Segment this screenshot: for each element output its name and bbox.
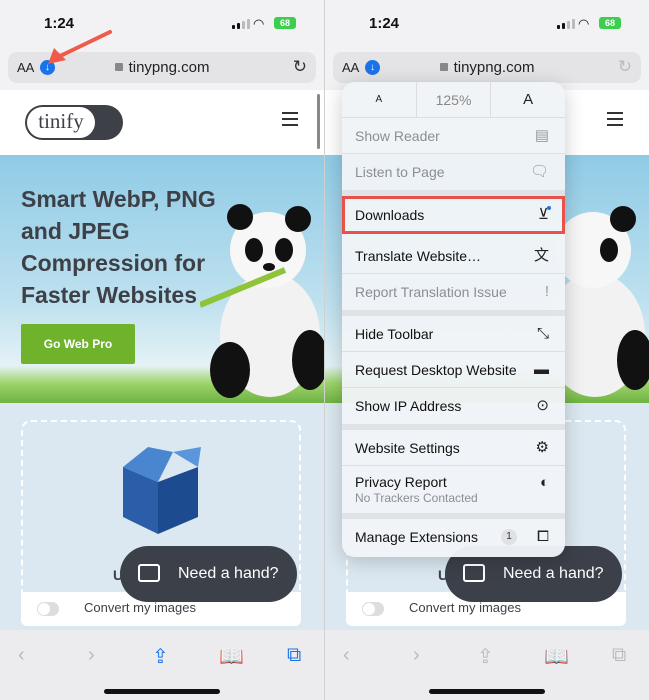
status-bar: 1:24 ◠ 68: [325, 0, 649, 46]
clock: 1:24: [369, 15, 400, 32]
decrease-text-size-button[interactable]: A: [342, 82, 417, 117]
menu-item-show-ip-address[interactable]: Show IP Address ⊙: [342, 388, 565, 424]
convert-label: Convert my images: [84, 600, 196, 615]
shield-icon: ◐: [539, 474, 549, 491]
need-a-hand-chat-button[interactable]: Need a hand?: [120, 546, 297, 602]
bookmarks-icon[interactable]: 📖: [544, 644, 569, 669]
wifi-icon: ◠: [253, 16, 265, 31]
chat-bubble-icon: [463, 564, 485, 582]
address-bar[interactable]: AA ↓ tinypng.com ↻: [333, 52, 641, 83]
menu-item-privacy-report[interactable]: Privacy Report No Trackers Contacted ◐: [342, 466, 565, 513]
forward-icon[interactable]: ›: [413, 644, 420, 667]
menu-item-hide-toolbar[interactable]: Hide Toolbar ⤡: [342, 316, 565, 352]
phone-screen-before: 1:24 ◠ 68 AA ↓ tinypng.com ↻ tinify Smar…: [0, 0, 324, 700]
forward-icon[interactable]: ›: [88, 644, 95, 667]
menu-item-report-translation-issue[interactable]: Report Translation Issue!: [342, 274, 565, 310]
annotation-arrow: [48, 30, 112, 64]
wifi-icon: ◠: [578, 16, 590, 31]
reload-icon[interactable]: ↻: [293, 57, 307, 77]
lock-icon: [439, 63, 448, 71]
back-icon[interactable]: ‹: [343, 644, 350, 667]
extension-count-badge: 1: [501, 529, 517, 545]
exclamation-bubble-icon: !: [544, 283, 549, 300]
menu-item-translate-website[interactable]: Translate Website… 文: [342, 238, 565, 274]
battery-icon: 68: [599, 17, 621, 29]
share-icon[interactable]: ⇪: [152, 644, 169, 669]
convert-label: Convert my images: [409, 600, 521, 615]
reader-icon: ▤: [534, 127, 549, 144]
battery-icon: 68: [274, 17, 296, 29]
increase-text-size-button[interactable]: A: [491, 82, 565, 117]
bookmarks-icon[interactable]: 📖: [219, 644, 244, 669]
cellular-signal-icon: [232, 19, 250, 29]
translate-icon: 文: [533, 247, 549, 264]
tabs-icon[interactable]: ⧉: [287, 644, 301, 667]
back-icon[interactable]: ‹: [18, 644, 25, 667]
speaker-bubble-icon: 🗨: [529, 163, 549, 180]
box-icon: [123, 447, 201, 534]
home-indicator: [104, 689, 220, 694]
hamburger-menu-icon[interactable]: [282, 112, 298, 130]
desktop-icon: ▬: [534, 361, 549, 378]
scrollbar[interactable]: [317, 94, 320, 149]
menu-item-request-desktop-website[interactable]: Request Desktop Website ▬: [342, 352, 565, 388]
convert-toggle[interactable]: [362, 602, 384, 616]
phone-screen-after: 1:24 ◠ 68 AA ↓ tinypng.com ↻ Uplo Conver…: [325, 0, 649, 700]
location-pin-icon: ⊙: [536, 397, 549, 414]
home-indicator: [429, 689, 545, 694]
cellular-signal-icon: [557, 19, 575, 29]
url-field[interactable]: tinypng.com: [333, 59, 641, 76]
go-web-pro-button[interactable]: Go Web Pro: [21, 324, 135, 364]
tabs-icon[interactable]: ⧉: [612, 644, 626, 667]
chat-bubble-icon: [138, 564, 160, 582]
menu-item-website-settings[interactable]: Website Settings ⚙: [342, 430, 565, 466]
menu-item-show-reader[interactable]: Show Reader ▤: [342, 118, 565, 154]
text-size-row: A 125% A: [342, 82, 565, 118]
resize-arrows-icon: ⤡: [536, 325, 549, 342]
hamburger-menu-icon[interactable]: [607, 112, 623, 130]
zoom-level[interactable]: 125%: [417, 82, 492, 117]
hero-section: Smart WebP, PNG and JPEG Compression for…: [0, 155, 324, 403]
share-icon[interactable]: ⇪: [477, 644, 494, 669]
url-text: tinypng.com: [128, 59, 210, 76]
extension-icon: ⧠: [536, 528, 549, 545]
url-text: tinypng.com: [453, 59, 535, 76]
tinify-logo[interactable]: tinify: [25, 105, 123, 140]
convert-toggle[interactable]: [37, 602, 59, 616]
reload-icon[interactable]: ↻: [618, 57, 632, 77]
download-circle-icon: ⊻: [538, 206, 549, 223]
new-download-dot: [547, 206, 551, 210]
page-menu: A 125% A Show Reader ▤ Listen to Page 🗨 Do…: [342, 82, 565, 557]
site-header: tinify: [0, 90, 324, 155]
hero-headline: Smart WebP, PNG and JPEG Compression for…: [21, 186, 216, 308]
menu-item-listen-to-page[interactable]: Listen to Page 🗨: [342, 154, 565, 190]
gear-icon: ⚙: [535, 439, 549, 456]
menu-item-downloads[interactable]: Downloads ⊻: [342, 196, 565, 234]
menu-item-manage-extensions[interactable]: Manage Extensions 1 ⧠: [342, 519, 565, 555]
panda-image: [200, 204, 324, 398]
